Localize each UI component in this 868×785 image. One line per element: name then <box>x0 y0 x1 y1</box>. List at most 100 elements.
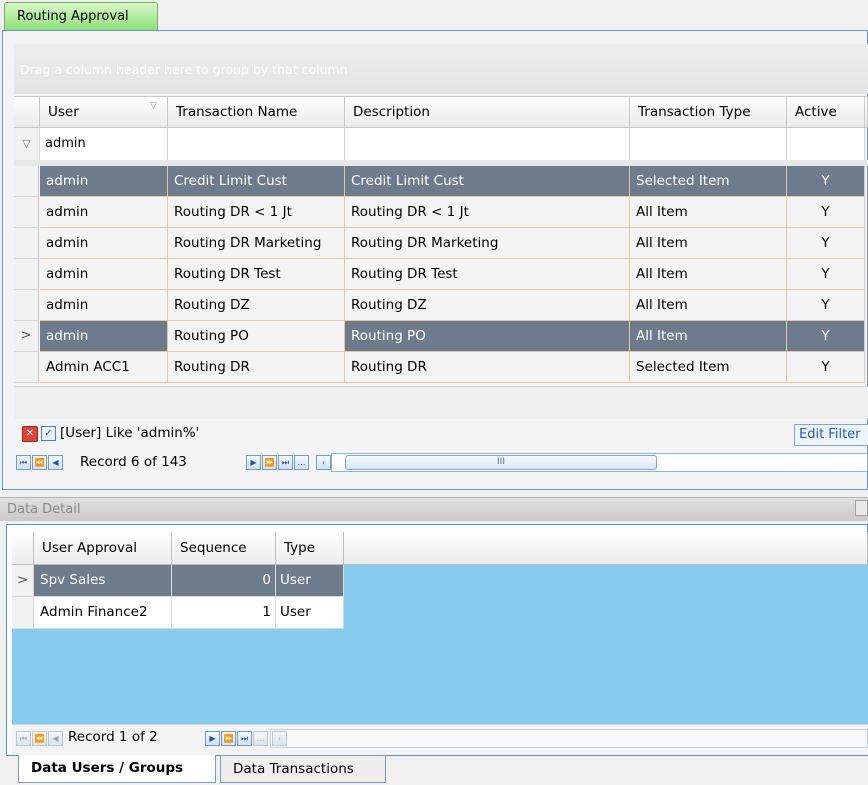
cell-user-approval[interactable]: Spv Sales <box>34 565 172 597</box>
cell-transaction-type[interactable]: Selected Item <box>630 166 787 197</box>
column-header-transaction-type[interactable]: Transaction Type <box>630 96 787 128</box>
cell-transaction-name[interactable]: Routing DR Test <box>168 259 345 290</box>
next-page-icon[interactable]: ⏩ <box>262 455 277 470</box>
table-row[interactable]: admin Routing DR Test Routing DR Test Al… <box>14 259 868 290</box>
scrollbar-thumb[interactable]: III <box>345 455 657 470</box>
column-header-sequence[interactable]: Sequence <box>172 532 276 565</box>
row-indicator[interactable] <box>14 166 39 197</box>
row-indicator[interactable]: > <box>12 565 34 597</box>
filter-input-user[interactable]: admin <box>40 128 168 160</box>
table-row[interactable]: admin Routing DR Marketing Routing DR Ma… <box>14 228 868 259</box>
record-counter: Record 6 of 143 <box>80 454 187 470</box>
cell-user[interactable]: admin <box>40 259 168 290</box>
tab-data-users-groups[interactable]: Data Users / Groups <box>18 755 216 783</box>
cell-transaction-type[interactable]: All Item <box>630 321 787 352</box>
cell-user[interactable]: Admin ACC1 <box>40 352 168 383</box>
table-row[interactable]: admin Routing DR < 1 Jt Routing DR < 1 J… <box>14 197 868 228</box>
cell-active[interactable]: Y <box>787 352 865 383</box>
column-header-transaction-name[interactable]: Transaction Name <box>168 96 345 128</box>
cell-transaction-name[interactable]: Routing DR Marketing <box>168 228 345 259</box>
next-page-icon[interactable]: ⏩ <box>221 731 236 746</box>
previous-record-icon[interactable]: ◀ <box>48 455 63 470</box>
filter-input-description[interactable] <box>345 128 630 160</box>
cell-sequence[interactable]: 1 <box>172 597 276 629</box>
cell-transaction-type[interactable]: All Item <box>630 228 787 259</box>
cell-description[interactable]: Routing DR <box>345 352 630 383</box>
previous-page-icon[interactable]: ⏪ <box>32 455 47 470</box>
row-indicator[interactable] <box>12 597 34 629</box>
cell-description[interactable]: Credit Limit Cust <box>345 166 630 197</box>
column-header-label: User <box>48 104 79 120</box>
cell-user[interactable]: admin <box>40 197 168 228</box>
cell-transaction-type[interactable]: All Item <box>630 259 787 290</box>
cell-description[interactable]: Routing DZ <box>345 290 630 321</box>
cell-type[interactable]: User <box>276 565 344 597</box>
cell-transaction-name[interactable]: Routing DR < 1 Jt <box>168 197 345 228</box>
clear-filter-icon[interactable]: ✕ <box>22 426 38 442</box>
scroll-left-icon[interactable]: ‹ <box>272 731 287 746</box>
cell-active[interactable]: Y <box>787 321 865 352</box>
filter-icon[interactable]: ▽ <box>150 91 157 122</box>
cell-transaction-type[interactable]: All Item <box>630 290 787 321</box>
tab-data-transactions[interactable]: Data Transactions <box>220 755 386 783</box>
cell-description[interactable]: Routing PO <box>345 321 630 352</box>
column-header-active[interactable]: Active <box>787 96 865 128</box>
column-header-user[interactable]: User ▽ <box>40 96 168 128</box>
filter-input-active[interactable] <box>787 128 865 160</box>
row-indicator[interactable] <box>14 228 39 259</box>
scroll-left-icon[interactable]: ‹ <box>316 455 331 470</box>
row-indicator[interactable]: > <box>14 321 39 352</box>
extra-nav-icon[interactable]: … <box>253 731 268 746</box>
edit-filter-button[interactable]: Edit Filter <box>794 424 868 446</box>
cell-transaction-type[interactable]: All Item <box>630 197 787 228</box>
cell-description[interactable]: Routing DR Marketing <box>345 228 630 259</box>
row-indicator[interactable] <box>14 197 39 228</box>
cell-user[interactable]: admin <box>40 228 168 259</box>
previous-page-icon[interactable]: ⏪ <box>32 731 47 746</box>
filter-input-transaction-type[interactable] <box>630 128 787 160</box>
detail-horizontal-scrollbar[interactable] <box>270 729 868 748</box>
cell-transaction-name[interactable]: Credit Limit Cust <box>168 166 345 197</box>
cell-user-approval[interactable]: Admin Finance2 <box>34 597 172 629</box>
filter-input-transaction-name[interactable] <box>168 128 345 160</box>
table-row[interactable]: Admin ACC1 Routing DR Routing DR Selecte… <box>14 352 868 383</box>
cell-user[interactable]: admin <box>40 290 168 321</box>
cell-active[interactable]: Y <box>787 290 865 321</box>
cell-transaction-name[interactable]: Routing DZ <box>168 290 345 321</box>
row-indicator[interactable] <box>14 352 39 383</box>
panel-pin-icon[interactable] <box>855 500 868 516</box>
cell-active[interactable]: Y <box>787 259 865 290</box>
table-row[interactable]: admin Routing DZ Routing DZ All Item Y <box>14 290 868 321</box>
cell-transaction-name[interactable]: Routing PO <box>168 321 345 352</box>
column-header-type[interactable]: Type <box>276 532 344 565</box>
previous-record-icon[interactable]: ◀ <box>48 731 63 746</box>
cell-description[interactable]: Routing DR < 1 Jt <box>345 197 630 228</box>
extra-nav-icon[interactable]: … <box>294 455 309 470</box>
first-record-icon[interactable]: ⏮ <box>16 455 31 470</box>
next-record-icon[interactable]: ▶ <box>205 731 220 746</box>
cell-active[interactable]: Y <box>787 197 865 228</box>
tab-routing-approval[interactable]: Routing Approval <box>4 2 158 30</box>
row-indicator[interactable] <box>14 259 39 290</box>
filter-text[interactable]: [User] Like 'admin%' <box>60 425 199 441</box>
cell-description[interactable]: Routing DR Test <box>345 259 630 290</box>
cell-user[interactable]: admin <box>40 166 168 197</box>
last-record-icon[interactable]: ⏭ <box>278 455 293 470</box>
header-indicator <box>14 96 40 128</box>
cell-transaction-name[interactable]: Routing DR <box>168 352 345 383</box>
cell-user[interactable]: admin <box>40 321 168 352</box>
row-indicator[interactable] <box>14 290 39 321</box>
column-header-description[interactable]: Description <box>345 96 630 128</box>
first-record-icon[interactable]: ⏮ <box>16 731 31 746</box>
last-record-icon[interactable]: ⏭ <box>237 731 252 746</box>
cell-active[interactable]: Y <box>787 228 865 259</box>
column-header-user-approval[interactable]: User Approval <box>34 532 172 565</box>
cell-transaction-type[interactable]: Selected Item <box>630 352 787 383</box>
next-record-icon[interactable]: ▶ <box>246 455 261 470</box>
cell-active[interactable]: Y <box>787 166 865 197</box>
table-row[interactable]: > admin Routing PO Routing PO All Item Y <box>14 321 868 352</box>
table-row[interactable]: admin Credit Limit Cust Credit Limit Cus… <box>14 166 868 197</box>
cell-type[interactable]: User <box>276 597 344 629</box>
filter-enabled-checkbox[interactable]: ✓ <box>41 426 56 441</box>
cell-sequence[interactable]: 0 <box>172 565 276 597</box>
